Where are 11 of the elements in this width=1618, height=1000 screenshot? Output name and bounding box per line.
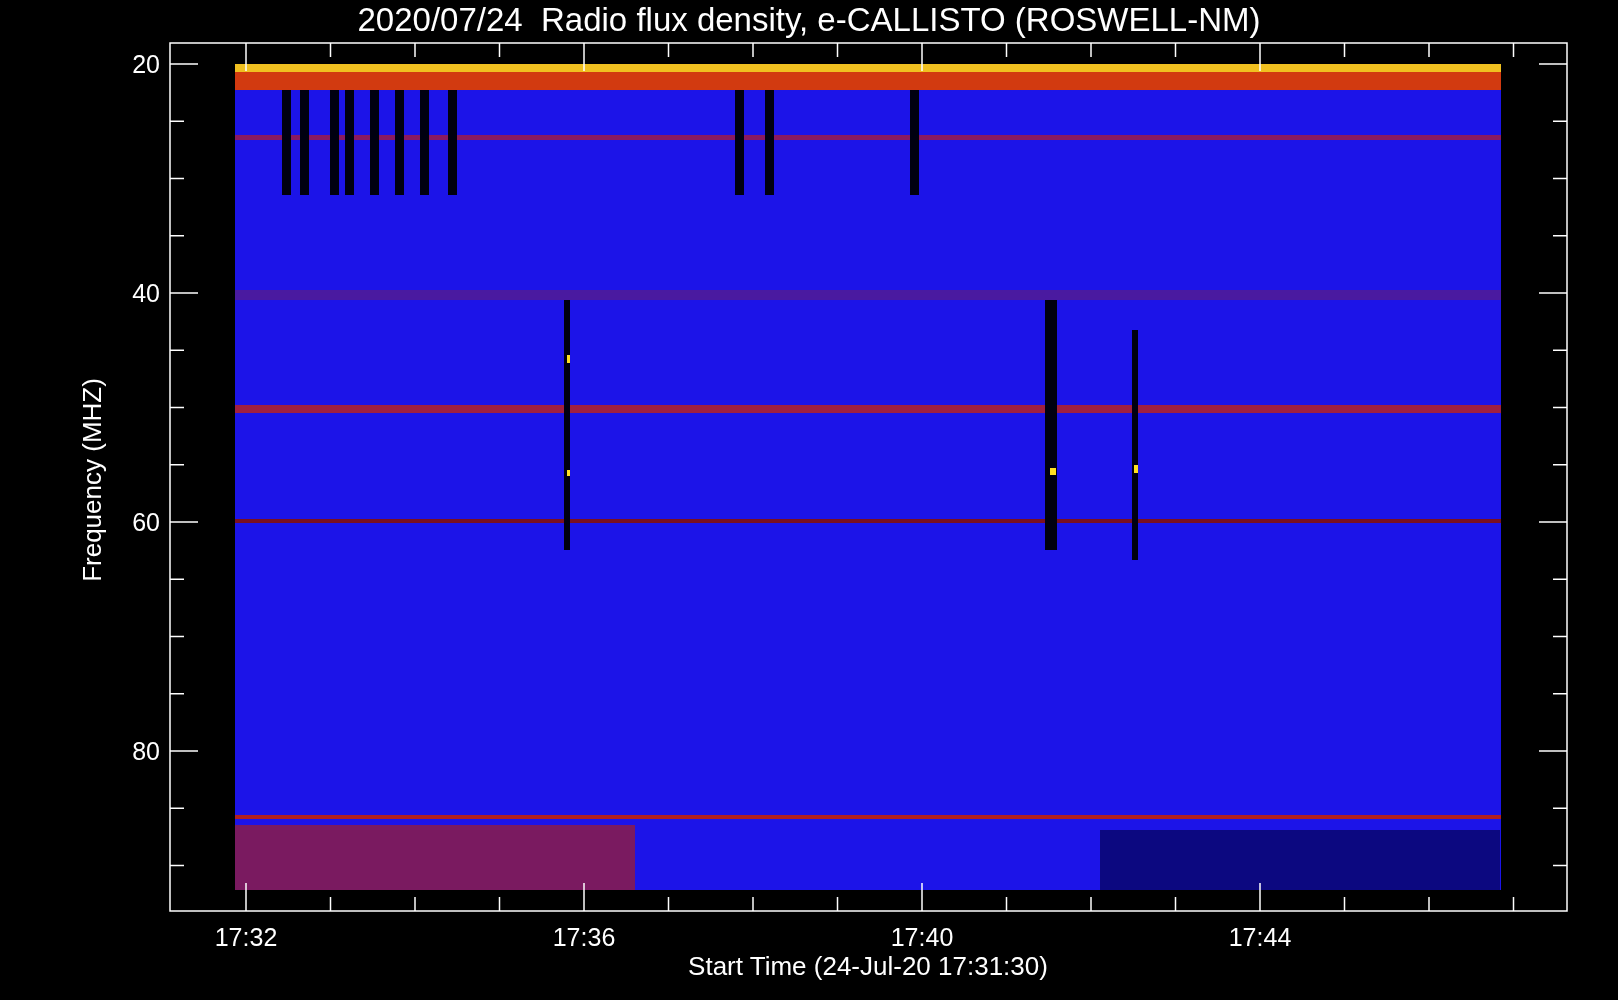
x-tick-label: 17:36 (552, 923, 616, 951)
x-axis-label: Start Time (24-Jul-20 17:31:30) (688, 951, 1048, 981)
y-axis-label: Frequency (MHZ) (77, 378, 107, 582)
y-tick-label: 80 (132, 737, 160, 765)
x-tick-label: 17:32 (214, 923, 278, 951)
x-tick-label: 17:40 (890, 923, 954, 951)
y-tick-label: 20 (132, 50, 160, 78)
chart-title: 2020/07/24 Radio flux density, e-CALLISTO (ROSWELL-NM) (357, 1, 1261, 38)
x-tick-label: 17:44 (1228, 923, 1292, 951)
y-tick-label: 40 (132, 279, 160, 307)
y-tick-label: 60 (132, 508, 160, 536)
